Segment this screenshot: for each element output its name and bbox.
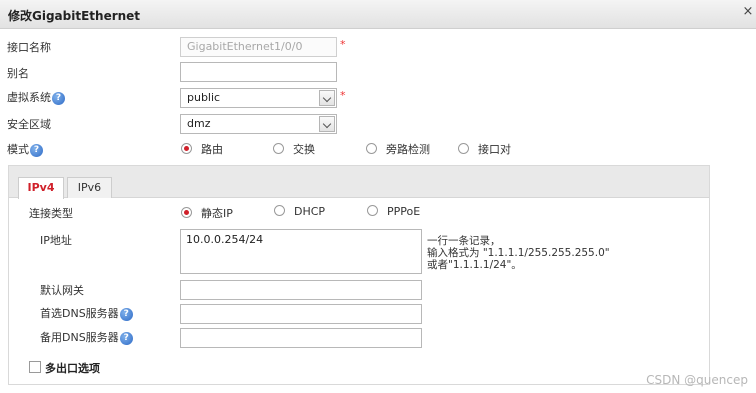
tab-bar: IPv4 IPv6 [9, 166, 709, 199]
interface-name-field: GigabitEthernet1/0/0 [180, 37, 337, 57]
vsys-select-value: public [187, 91, 221, 104]
mode-radio-pair[interactable]: 接口对 [458, 141, 511, 157]
radio-dot[interactable] [181, 143, 192, 154]
mode-option-label: 旁路检测 [386, 143, 430, 156]
ip-config-panel: IPv4 IPv6 连接类型 静态IP DHCP PPPoE IP地址 10.0… [8, 165, 710, 385]
mode-option-label: 接口对 [478, 143, 511, 156]
conn-option-label: DHCP [294, 205, 326, 218]
help-icon[interactable]: ? [52, 91, 65, 105]
zone-label: 安全区域 [7, 118, 51, 131]
dns1-label-text: 首选DNS服务器 [40, 307, 119, 320]
required-mark: * [340, 38, 346, 51]
tab-ipv4[interactable]: IPv4 [18, 177, 64, 199]
dns2-input[interactable] [180, 328, 422, 348]
multi-exit-label: 多出口选项 [45, 362, 100, 375]
mode-option-label: 交换 [293, 143, 315, 156]
conn-radio-static[interactable]: 静态IP [181, 205, 233, 221]
mode-radio-bypass[interactable]: 旁路检测 [366, 141, 430, 157]
radio-dot[interactable] [274, 205, 285, 216]
dialog-titlebar: 修改GigabitEthernet × [0, 0, 756, 29]
ip-hint-line: 输入格式为 "1.1.1.1/255.255.255.0" [427, 247, 610, 259]
ip-hint: 一行一条记录， 输入格式为 "1.1.1.1/255.255.255.0" 或者… [427, 235, 610, 271]
tab-ipv6[interactable]: IPv6 [67, 177, 112, 198]
vsys-label-text: 虚拟系统 [7, 91, 51, 104]
ip-address-textarea[interactable]: 10.0.0.254/24 [180, 229, 422, 274]
conn-option-label: 静态IP [201, 207, 233, 220]
zone-select[interactable]: dmz [180, 114, 337, 134]
required-mark: * [340, 89, 346, 102]
radio-dot[interactable] [367, 205, 378, 216]
alias-label: 别名 [7, 67, 29, 80]
gateway-label: 默认网关 [40, 284, 84, 297]
watermark: CSDN @quencep [646, 373, 748, 387]
help-icon[interactable]: ? [119, 307, 133, 321]
help-icon[interactable]: ? [30, 143, 43, 157]
ip-address-label: IP地址 [40, 234, 72, 247]
ip-hint-line: 一行一条记录， [427, 235, 501, 247]
conn-type-label: 连接类型 [29, 207, 73, 220]
close-icon[interactable]: × [742, 5, 754, 19]
vsys-label: 虚拟系统? [7, 89, 65, 105]
alias-input[interactable] [180, 62, 337, 82]
help-icon[interactable]: ? [119, 331, 133, 345]
interface-name-label: 接口名称 [7, 41, 51, 54]
dns1-label: 首选DNS服务器? [40, 305, 133, 321]
mode-label-text: 模式 [7, 143, 29, 156]
dns2-label: 备用DNS服务器? [40, 329, 133, 345]
chevron-down-icon[interactable] [319, 90, 335, 106]
zone-select-value: dmz [187, 117, 211, 130]
mode-radio-switch[interactable]: 交换 [273, 141, 315, 157]
conn-option-label: PPPoE [387, 205, 421, 218]
gateway-input[interactable] [180, 280, 422, 300]
radio-dot[interactable] [273, 143, 284, 154]
mode-radio-route[interactable]: 路由 [181, 141, 223, 157]
dns1-input[interactable] [180, 304, 422, 324]
vsys-select[interactable]: public [180, 88, 337, 108]
dialog-title: 修改GigabitEthernet [8, 9, 141, 23]
mode-label: 模式? [7, 141, 43, 157]
conn-radio-pppoe[interactable]: PPPoE [367, 205, 420, 218]
radio-dot[interactable] [366, 143, 377, 154]
multi-exit-checkbox[interactable] [29, 361, 41, 373]
ip-hint-line: 或者"1.1.1.1/24"。 [427, 259, 522, 271]
dns2-label-text: 备用DNS服务器 [40, 331, 119, 344]
conn-radio-dhcp[interactable]: DHCP [274, 205, 325, 218]
mode-option-label: 路由 [201, 143, 223, 156]
radio-dot[interactable] [458, 143, 469, 154]
chevron-down-icon[interactable] [319, 116, 335, 132]
radio-dot[interactable] [181, 207, 192, 218]
